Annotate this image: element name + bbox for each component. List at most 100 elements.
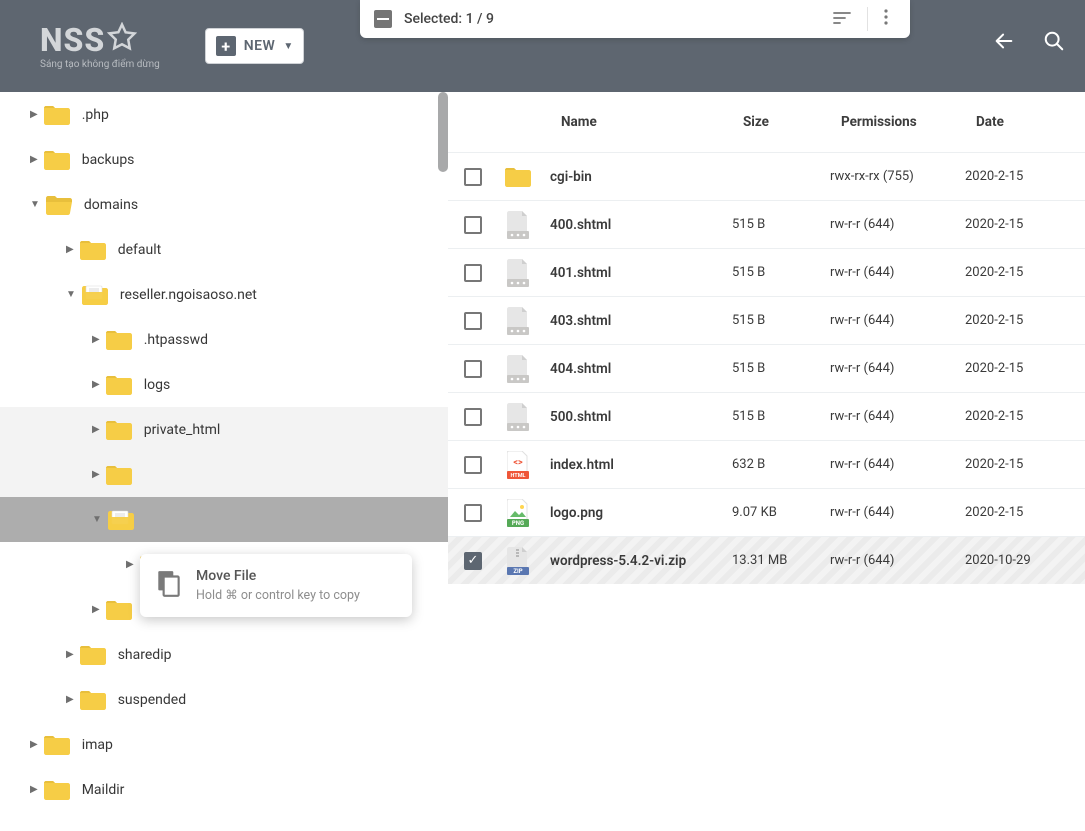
row-checkbox[interactable]: ✓ xyxy=(464,552,482,570)
table-row[interactable]: ✓ ZIP wordpress-5.4.2-vi.zip 13.31 MB rw… xyxy=(448,536,1085,584)
row-checkbox[interactable] xyxy=(464,360,482,378)
row-checkbox[interactable] xyxy=(464,216,482,234)
tree-item-label: backups xyxy=(82,152,135,168)
col-date[interactable]: Date xyxy=(976,114,1085,130)
expand-arrow-icon[interactable]: ▶ xyxy=(66,244,74,255)
expand-arrow-icon[interactable]: ▼ xyxy=(92,514,102,525)
tree-item[interactable]: ▶ imap xyxy=(0,722,448,767)
file-type-icon xyxy=(504,161,532,193)
tree-item[interactable]: ▼ xyxy=(0,497,448,542)
file-permissions: rw-r-r (644) xyxy=(830,361,965,376)
tree-item[interactable]: ▶ Maildir xyxy=(0,767,448,812)
file-type-icon xyxy=(504,305,532,337)
folder-icon xyxy=(106,465,132,485)
file-permissions: rw-r-r (644) xyxy=(830,313,965,328)
new-button[interactable]: + NEW ▼ xyxy=(205,28,305,64)
file-permissions: rw-r-r (644) xyxy=(830,553,965,568)
expand-arrow-icon[interactable]: ▶ xyxy=(92,604,100,615)
table-row[interactable]: 400.shtml 515 B rw-r-r (644) 2020-2-15 xyxy=(448,200,1085,248)
expand-arrow-icon[interactable]: ▶ xyxy=(66,649,74,660)
file-type-icon xyxy=(504,257,532,289)
select-indeterminate-checkbox[interactable] xyxy=(374,10,392,28)
back-icon[interactable] xyxy=(993,30,1015,56)
file-name: 401.shtml xyxy=(550,265,732,281)
folder-icon xyxy=(44,150,70,170)
folder-icon xyxy=(106,420,132,440)
row-checkbox[interactable] xyxy=(464,456,482,474)
expand-arrow-icon[interactable]: ▶ xyxy=(66,694,74,705)
table-row[interactable]: 403.shtml 515 B rw-r-r (644) 2020-2-15 xyxy=(448,296,1085,344)
table-row[interactable]: <>HTML index.html 632 B rw-r-r (644) 202… xyxy=(448,440,1085,488)
folder-icon xyxy=(80,240,106,260)
table-row[interactable]: PNG logo.png 9.07 KB rw-r-r (644) 2020-2… xyxy=(448,488,1085,536)
tree-item[interactable]: ▶ private_html xyxy=(0,407,448,452)
folder-icon xyxy=(44,105,70,125)
file-size: 9.07 KB xyxy=(732,505,830,520)
selection-bar: Selected: 1 / 9 xyxy=(360,0,910,38)
tree-item[interactable]: ▶ .htpasswd xyxy=(0,317,448,362)
file-permissions: rw-r-r (644) xyxy=(830,457,965,472)
sort-icon[interactable] xyxy=(825,6,859,33)
tree-item-label: sharedip xyxy=(118,647,172,663)
more-icon[interactable] xyxy=(876,5,896,33)
svg-text:HTML: HTML xyxy=(510,473,525,479)
expand-arrow-icon[interactable]: ▶ xyxy=(30,154,38,165)
col-permissions[interactable]: Permissions xyxy=(841,114,976,130)
app-header: NSS Sáng tạo không điểm dừng + NEW ▼ Sel… xyxy=(0,0,1085,92)
row-checkbox[interactable] xyxy=(464,504,482,522)
tree-item[interactable]: ▼ domains xyxy=(0,182,448,227)
row-checkbox[interactable] xyxy=(464,168,482,186)
expand-arrow-icon[interactable]: ▼ xyxy=(66,289,76,300)
tree-item-label: private_html xyxy=(144,422,221,438)
expand-arrow-icon[interactable]: ▶ xyxy=(30,739,38,750)
search-icon[interactable] xyxy=(1043,30,1065,56)
row-checkbox[interactable] xyxy=(464,264,482,282)
tree-item[interactable]: ▶ logs xyxy=(0,362,448,407)
table-row[interactable]: 404.shtml 515 B rw-r-r (644) 2020-2-15 xyxy=(448,344,1085,392)
file-name: index.html xyxy=(550,457,732,473)
col-name[interactable]: Name xyxy=(561,114,743,130)
tree-item[interactable]: ▶ suspended xyxy=(0,677,448,722)
file-date: 2020-2-15 xyxy=(965,505,1023,520)
expand-arrow-icon[interactable]: ▶ xyxy=(30,784,38,795)
expand-arrow-icon[interactable]: ▶ xyxy=(126,559,134,570)
file-size: 515 B xyxy=(732,313,830,328)
row-checkbox[interactable] xyxy=(464,312,482,330)
tooltip-title: Move File xyxy=(196,568,360,584)
table-row[interactable]: cgi-bin rwx-rx-rx (755) 2020-2-15 xyxy=(448,152,1085,200)
col-size[interactable]: Size xyxy=(743,114,841,130)
tree-item-label: .htpasswd xyxy=(144,332,208,348)
tree-item-label: imap xyxy=(82,737,113,753)
file-permissions: rw-r-r (644) xyxy=(830,265,965,280)
folder-icon xyxy=(106,375,132,395)
expand-arrow-icon[interactable]: ▼ xyxy=(30,199,40,210)
row-checkbox[interactable] xyxy=(464,408,482,426)
file-name: 404.shtml xyxy=(550,361,732,377)
file-name: cgi-bin xyxy=(550,169,732,185)
expand-arrow-icon[interactable]: ▶ xyxy=(92,424,100,435)
file-date: 2020-10-29 xyxy=(965,553,1031,568)
file-size: 515 B xyxy=(732,361,830,376)
expand-arrow-icon[interactable]: ▶ xyxy=(30,109,38,120)
folder-icon xyxy=(82,285,108,305)
tree-item[interactable]: ▶ xyxy=(0,452,448,497)
expand-arrow-icon[interactable]: ▶ xyxy=(92,334,100,345)
table-row[interactable]: 401.shtml 515 B rw-r-r (644) 2020-2-15 xyxy=(448,248,1085,296)
folder-icon xyxy=(46,195,72,215)
file-permissions: rw-r-r (644) xyxy=(830,409,965,424)
tree-item[interactable]: ▶ .php xyxy=(0,92,448,137)
tree-item[interactable]: ▶ sharedip xyxy=(0,632,448,677)
file-size: 515 B xyxy=(732,265,830,280)
file-date: 2020-2-15 xyxy=(965,361,1023,376)
tree-item[interactable]: ▶ backups xyxy=(0,137,448,182)
tree-item[interactable]: ▶ default xyxy=(0,227,448,272)
table-row[interactable]: 500.shtml 515 B rw-r-r (644) 2020-2-15 xyxy=(448,392,1085,440)
file-date: 2020-2-15 xyxy=(965,457,1023,472)
folder-icon xyxy=(44,735,70,755)
svg-text:ZIP: ZIP xyxy=(513,568,522,575)
expand-arrow-icon[interactable]: ▶ xyxy=(92,379,100,390)
file-type-icon: PNG xyxy=(504,497,532,529)
expand-arrow-icon[interactable]: ▶ xyxy=(92,469,100,480)
file-date: 2020-2-15 xyxy=(965,313,1023,328)
tree-item[interactable]: ▼ reseller.ngoisaoso.net xyxy=(0,272,448,317)
